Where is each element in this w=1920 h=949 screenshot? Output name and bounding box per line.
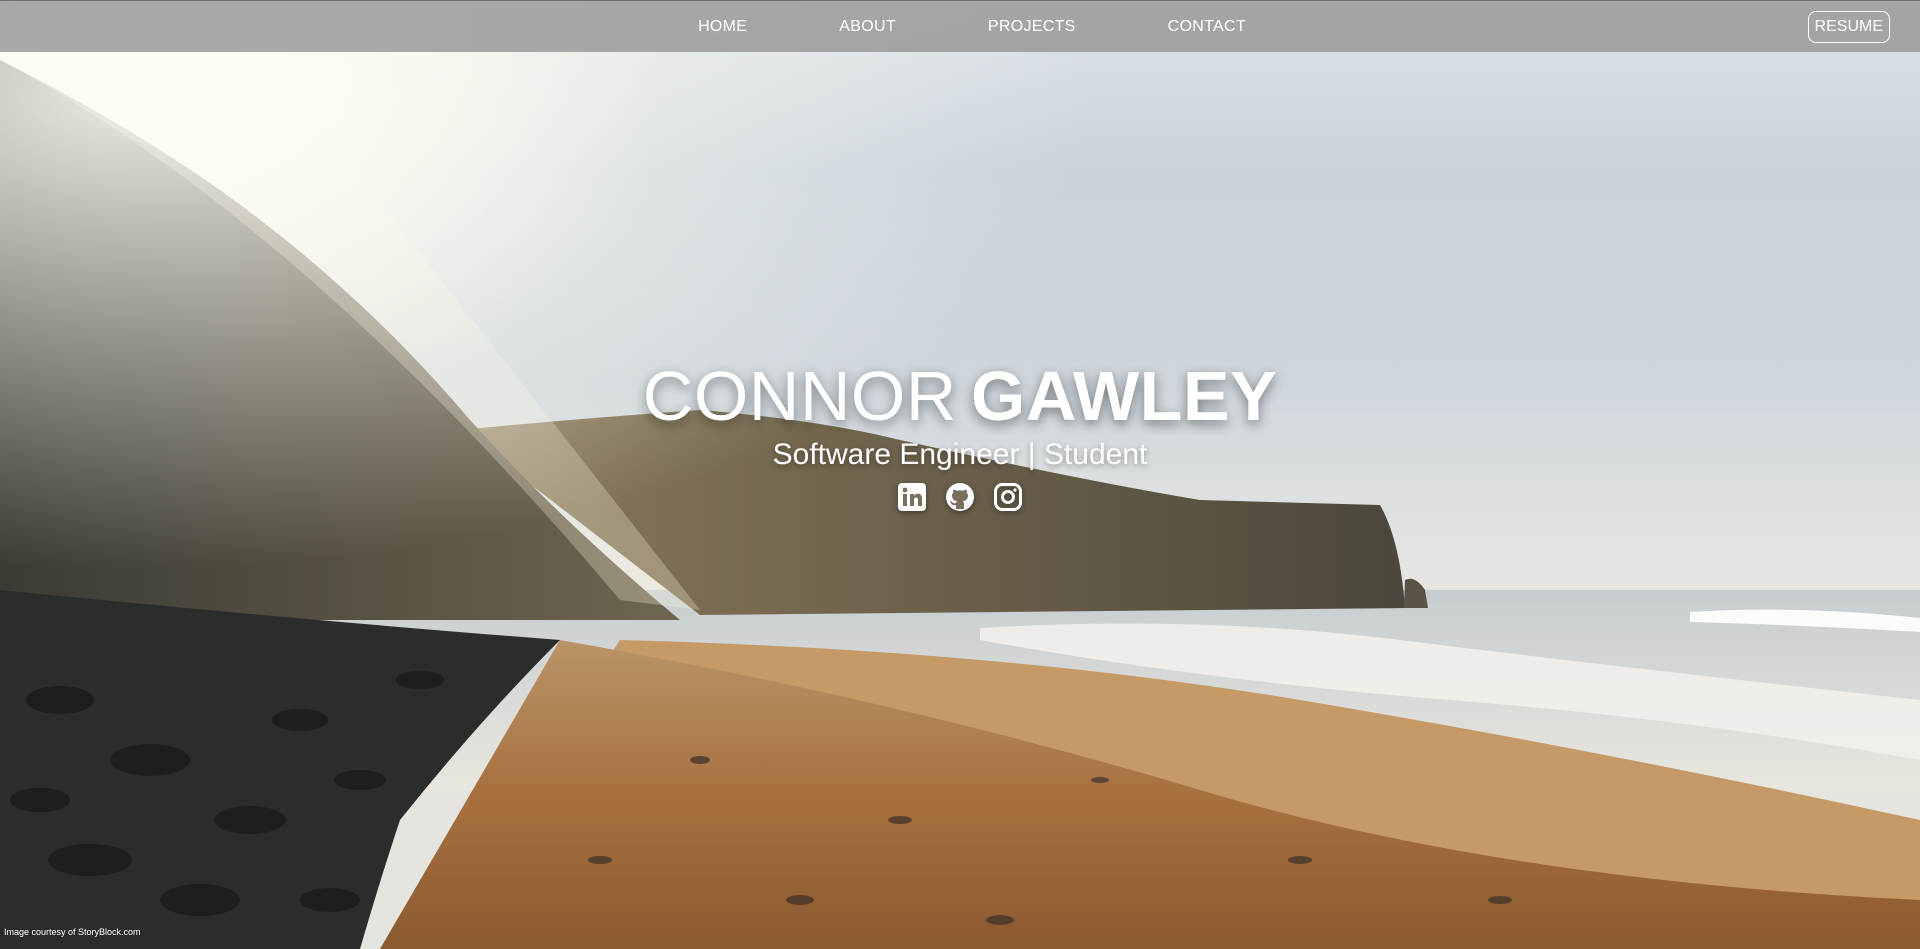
social-links <box>0 482 1920 512</box>
hero-content: CONNOR GAWLEY Software Engineer | Student <box>0 356 1920 512</box>
nav-links: HOME ABOUT PROJECTS CONTACT <box>0 1 1920 53</box>
resume-button[interactable]: RESUME <box>1807 11 1890 43</box>
nav-about-link[interactable]: ABOUT <box>839 18 896 36</box>
nav-projects-link[interactable]: PROJECTS <box>988 18 1076 36</box>
top-navbar: HOME ABOUT PROJECTS CONTACT RESUME <box>0 0 1920 52</box>
hero-last-name: GAWLEY <box>970 357 1278 435</box>
page: HOME ABOUT PROJECTS CONTACT RESUME CONNO… <box>0 0 1920 949</box>
hero-name: CONNOR GAWLEY <box>0 356 1920 436</box>
linkedin-icon[interactable] <box>897 482 927 512</box>
nav-contact-link[interactable]: CONTACT <box>1168 18 1246 36</box>
hero-subtitle: Software Engineer | Student <box>772 438 1148 471</box>
github-icon[interactable] <box>945 482 975 512</box>
instagram-icon[interactable] <box>993 482 1023 512</box>
hero-first-name: CONNOR <box>642 357 957 435</box>
nav-home-link[interactable]: HOME <box>698 18 747 36</box>
image-credit: Image courtesy of StoryBlock.com <box>4 927 141 937</box>
